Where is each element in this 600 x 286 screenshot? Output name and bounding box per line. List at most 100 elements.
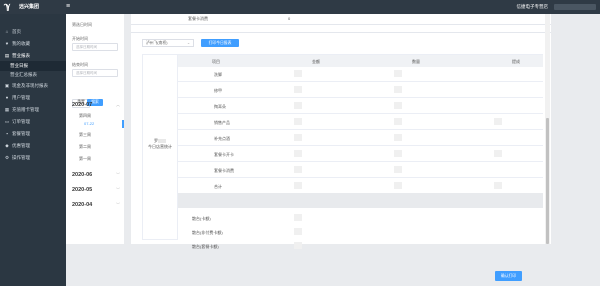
tree-month-label: 2020-04 (72, 202, 93, 208)
tree-month-2020-06[interactable]: 2020-06 ﹀ (72, 172, 122, 178)
row-label: 销售产品 (214, 120, 230, 125)
sidebar-item-favorites[interactable]: ♥ 我的收藏 (0, 39, 66, 49)
row-label: 套餐卡消费 (214, 168, 234, 173)
tree-week-1[interactable]: 第一周 (79, 156, 91, 162)
tree-week-4[interactable]: 第四周 (79, 113, 91, 119)
scrollbar-thumb[interactable] (546, 118, 549, 244)
tree-week-3[interactable]: 第三周 (79, 132, 91, 138)
redacted-value (394, 102, 402, 109)
redacted-value (294, 134, 302, 141)
tree-day-07-22[interactable]: 07-22 (80, 120, 124, 128)
sidebar-item-orders[interactable]: ▭ 订单管理 (0, 117, 66, 127)
footer-label: 散台(套餐卡额) (192, 244, 219, 249)
sidebar-item-summary-report[interactable]: 营业汇总报表 (0, 70, 66, 80)
heart-icon: ♥ (5, 41, 9, 46)
prev-row-value: 0 (288, 16, 291, 21)
store-stats-suffix: 今日店营统计 (148, 144, 172, 149)
redacted-value (294, 228, 302, 235)
date-filter-title: 筛选日时间 (72, 22, 92, 27)
sidebar: ⌂ 首页 ♥ 我的收藏 ▤ 营业报表 营业日报 营业汇总报表 ▣ 现金及非现付报表 ● 用… (0, 14, 66, 286)
tree-month-2020-04[interactable]: 2020-04 ﹀ (72, 202, 122, 208)
sidebar-item-label: 订单管理 (12, 119, 30, 124)
row-label: 合计 (214, 184, 222, 189)
brand-logo[interactable]: ℽ 远兴集团 (4, 2, 39, 11)
start-time-input[interactable]: 选择日期时间 (72, 43, 118, 51)
chevron-down-icon: ﹀ (116, 172, 120, 177)
start-time-placeholder: 选择日期时间 (76, 45, 97, 49)
end-time-label: 结束时间 (72, 62, 88, 67)
sidebar-item-label: 充值赠卡管理 (12, 107, 39, 112)
tree-month-2020-07[interactable]: 2020-07 ︿ (72, 102, 122, 108)
table-row: 补充点酒 (178, 130, 543, 146)
user-icon: ● (5, 95, 9, 100)
user-info-redacted (554, 4, 596, 10)
redacted-store-name (158, 138, 166, 143)
sidebar-item-label: 营业报表 (12, 53, 30, 58)
menu-toggle-icon[interactable]: ≡ (66, 3, 70, 10)
sidebar-item-recharge[interactable]: ▦ 充值赠卡管理 (0, 105, 66, 115)
logo-icon: ℽ (4, 1, 11, 11)
redacted-value (294, 182, 302, 189)
wallet-icon: ▦ (4, 107, 10, 112)
tree-week-2[interactable]: 第二周 (79, 144, 91, 150)
store-stats-label: 罗 今日店营统计 (142, 138, 178, 150)
column-header: 提成 (512, 59, 520, 64)
footer-row: 散台(套餐卡额) (178, 238, 543, 254)
row-label: 洗脚 (214, 72, 222, 77)
redacted-value (394, 134, 402, 141)
sidebar-item-cash-report[interactable]: ▣ 现金及非现付报表 (0, 81, 66, 91)
sidebar-item-packages[interactable]: ▪ 套餐管理 (0, 129, 66, 139)
redacted-value (394, 118, 402, 125)
table-row: 修甲 (178, 82, 543, 98)
redacted-value (294, 86, 302, 93)
store-icon: ▣ (4, 83, 10, 88)
sidebar-item-label: 营业日报 (10, 63, 28, 68)
sidebar-item-label: 操作管理 (12, 155, 30, 160)
brand-name: 远兴集团 (19, 4, 40, 10)
report-panel: 套餐卡消费 0 泸州飞(南桥) ⌄ 打印今日报表 罗 今日店营统计 项目 金额 数… (131, 14, 551, 249)
redacted-value (394, 150, 402, 157)
print-report-button[interactable]: 打印今日报表 (201, 39, 239, 47)
date-filter-panel: 筛选日时间 开始时间 选择日期时间 结束时间 选择日期时间 重置 搜索 2020… (66, 14, 124, 244)
table-row: 销售产品 (178, 114, 543, 130)
sidebar-item-home[interactable]: ⌂ 首页 (0, 27, 66, 37)
redacted-value (494, 118, 502, 125)
settings-icon: ⚙ (4, 155, 10, 160)
sidebar-item-label: 用户管理 (12, 95, 30, 100)
redacted-value (394, 70, 402, 77)
shop-select-value: 泸州飞(南桥) (146, 41, 168, 45)
redacted-value (294, 166, 302, 173)
table-row: 套餐卡消费 (178, 162, 543, 178)
sidebar-item-label: 首页 (12, 29, 21, 34)
redacted-value (294, 118, 302, 125)
sidebar-item-label: 我的收藏 (12, 41, 30, 46)
shop-select[interactable]: 泸州飞(南桥) ⌄ (142, 39, 194, 47)
redacted-value (494, 182, 502, 189)
row-label: 修甲 (214, 88, 222, 93)
sidebar-item-operations[interactable]: ⚙ 操作管理 (0, 153, 66, 163)
redacted-value (394, 166, 402, 173)
redacted-value (294, 102, 302, 109)
sidebar-item-discounts[interactable]: ◆ 优惠管理 (0, 141, 66, 151)
table-row: 掏耳朵 (178, 98, 543, 114)
sidebar-item-label: 营业汇总报表 (10, 72, 37, 77)
end-time-input[interactable]: 选择日期时间 (72, 69, 118, 77)
column-header: 金额 (312, 59, 320, 64)
redacted-value (294, 70, 302, 77)
order-icon: ▭ (4, 119, 10, 124)
sidebar-item-label: 现金及非现付报表 (12, 83, 48, 88)
row-label: 补充点酒 (214, 136, 230, 141)
user-name[interactable]: 信捷电子专营店 (517, 4, 549, 10)
table-row: 套餐卡开卡 (178, 146, 543, 162)
sidebar-item-reports[interactable]: ▤ 营业报表 (0, 51, 66, 61)
tree-month-2020-05[interactable]: 2020-05 ﹀ (72, 187, 122, 193)
prev-row-label: 套餐卡消费 (188, 16, 208, 21)
gift-icon: ◆ (5, 143, 9, 148)
sidebar-item-label: 优惠管理 (12, 143, 30, 148)
confirm-print-button[interactable]: 确认打印 (495, 271, 522, 281)
redacted-value (394, 182, 402, 189)
tree-month-label: 2020-05 (72, 187, 93, 193)
sidebar-item-users[interactable]: ● 用户管理 (0, 93, 66, 103)
footer-label: 散台(非付费卡额) (192, 230, 223, 235)
redacted-value (494, 150, 502, 157)
